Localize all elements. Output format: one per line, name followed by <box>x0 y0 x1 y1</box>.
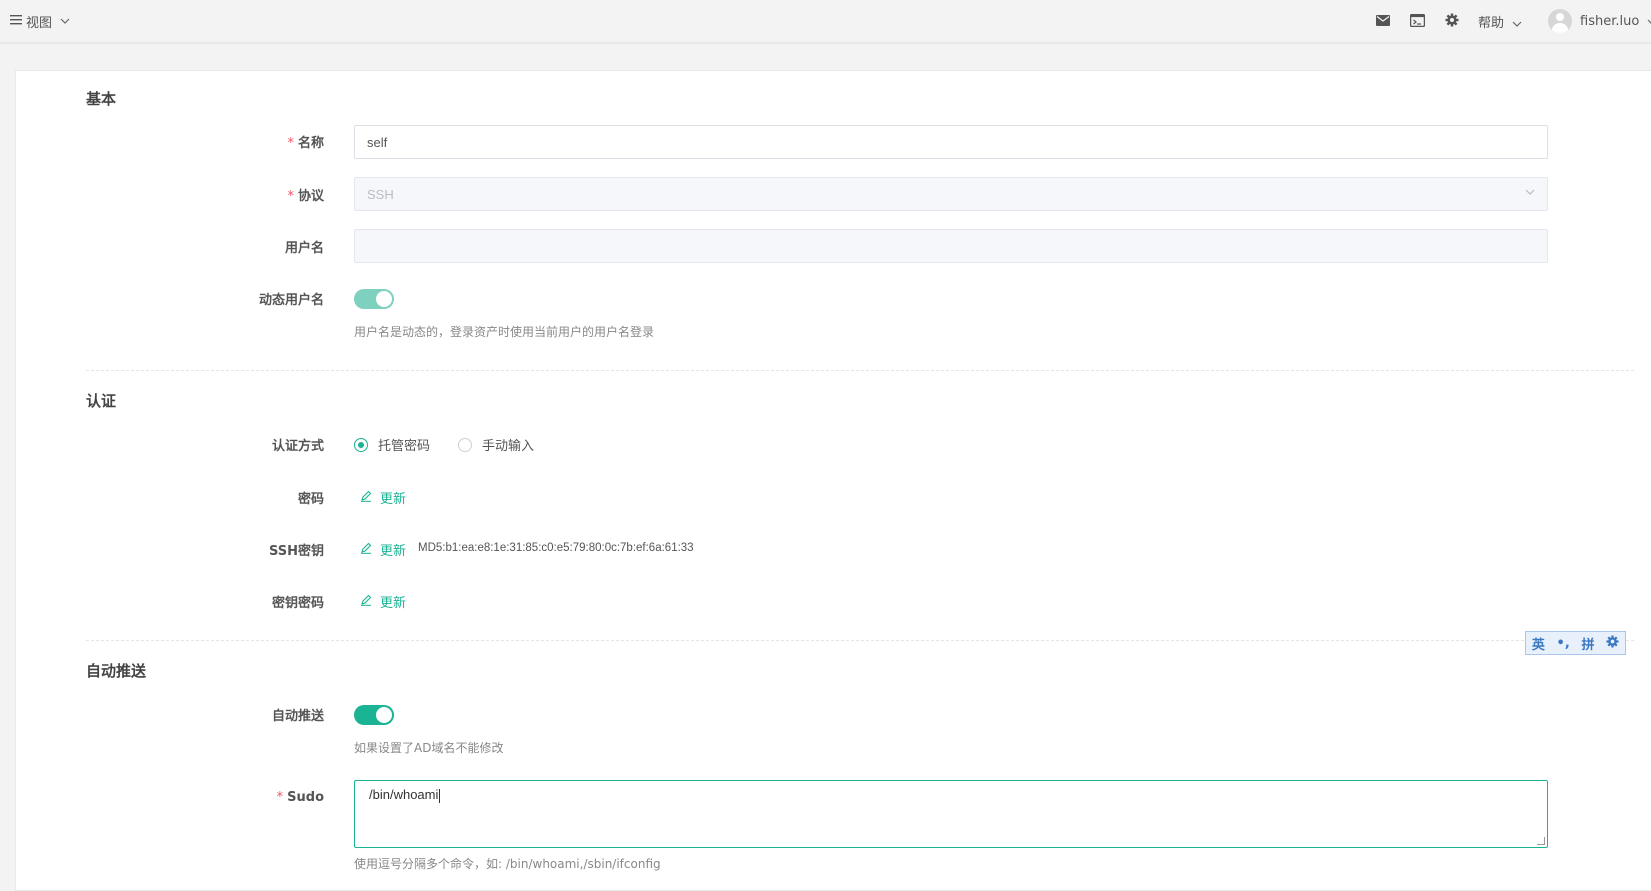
top-navbar: 视图 帮助 fisher.luo <box>0 0 1651 44</box>
section-divider <box>86 370 1634 371</box>
sudo-textarea[interactable]: /bin/whoami <box>354 780 1548 848</box>
protocol-label: * 协议 <box>287 189 324 204</box>
protocol-select[interactable]: SSH <box>354 177 1548 211</box>
edit-icon <box>360 594 372 610</box>
dynamic-username-label: 动态用户名 <box>258 293 324 308</box>
username-input[interactable] <box>354 229 1548 263</box>
sudo-label: * Sudo <box>276 790 324 805</box>
dynamic-username-help: 用户名是动态的，登录资产时使用当前用户的用户名登录 <box>354 325 655 339</box>
ime-toolbar[interactable]: 英 •, 拼 <box>1525 631 1626 655</box>
ime-punct[interactable]: •, <box>1557 636 1570 651</box>
help-menu[interactable]: 帮助 <box>1478 12 1522 31</box>
section-title-auth: 认证 <box>86 392 117 410</box>
section-divider <box>86 640 1634 641</box>
name-input[interactable]: self <box>354 125 1548 159</box>
password-label: 密码 <box>297 492 324 507</box>
edit-icon <box>360 490 372 506</box>
chevron-down-icon <box>1512 19 1522 30</box>
username-label: fisher.luo <box>1580 13 1640 29</box>
name-label: * 名称 <box>287 136 324 151</box>
password-update-button[interactable]: 更新 <box>360 488 406 507</box>
terminal-icon[interactable] <box>1408 11 1426 29</box>
radio-manual-input[interactable]: 手动输入 <box>458 435 534 454</box>
chevron-down-icon <box>60 16 70 27</box>
chevron-down-icon <box>1525 187 1535 198</box>
auto-push-help: 如果设置了AD域名不能修改 <box>354 741 504 755</box>
ssh-key-update-button[interactable]: 更新 <box>360 540 406 559</box>
ssh-key-label: SSH密钥 <box>268 544 324 559</box>
key-password-update-button[interactable]: 更新 <box>360 592 406 611</box>
resize-handle[interactable] <box>1537 837 1545 845</box>
edit-icon <box>360 542 372 558</box>
sudo-help: 使用逗号分隔多个命令，如: /bin/whoami,/sbin/ifconfig <box>354 857 661 871</box>
user-menu[interactable]: fisher.luo <box>1548 9 1651 33</box>
dynamic-username-toggle[interactable] <box>354 289 394 309</box>
gear-icon[interactable] <box>1606 634 1619 652</box>
username-field-label: 用户名 <box>284 241 324 256</box>
auto-push-label: 自动推送 <box>271 709 324 724</box>
auth-method-label: 认证方式 <box>271 439 324 454</box>
auth-method-radio-group: 托管密码 手动输入 <box>354 435 534 454</box>
view-menu-label: 视图 <box>26 16 53 31</box>
key-password-label: 密钥密码 <box>271 596 324 611</box>
avatar <box>1548 9 1572 33</box>
view-menu-button[interactable]: 视图 <box>10 12 70 31</box>
ssh-key-fingerprint: MD5:b1:ea:e8:1e:31:85:c0:e5:79:80:0c:7b:… <box>418 542 694 554</box>
auto-push-toggle[interactable] <box>354 705 394 725</box>
gear-icon[interactable] <box>1443 11 1461 29</box>
mail-icon[interactable] <box>1374 11 1392 29</box>
section-title-basic: 基本 <box>86 90 117 108</box>
radio-managed-password[interactable]: 托管密码 <box>354 435 430 454</box>
ime-mode[interactable]: 拼 <box>1581 634 1594 653</box>
section-title-auto-push: 自动推送 <box>86 662 147 680</box>
menu-icon <box>10 14 22 29</box>
help-menu-label: 帮助 <box>1478 16 1505 31</box>
ime-lang[interactable]: 英 <box>1532 634 1545 653</box>
chevron-down-icon <box>1647 14 1651 29</box>
